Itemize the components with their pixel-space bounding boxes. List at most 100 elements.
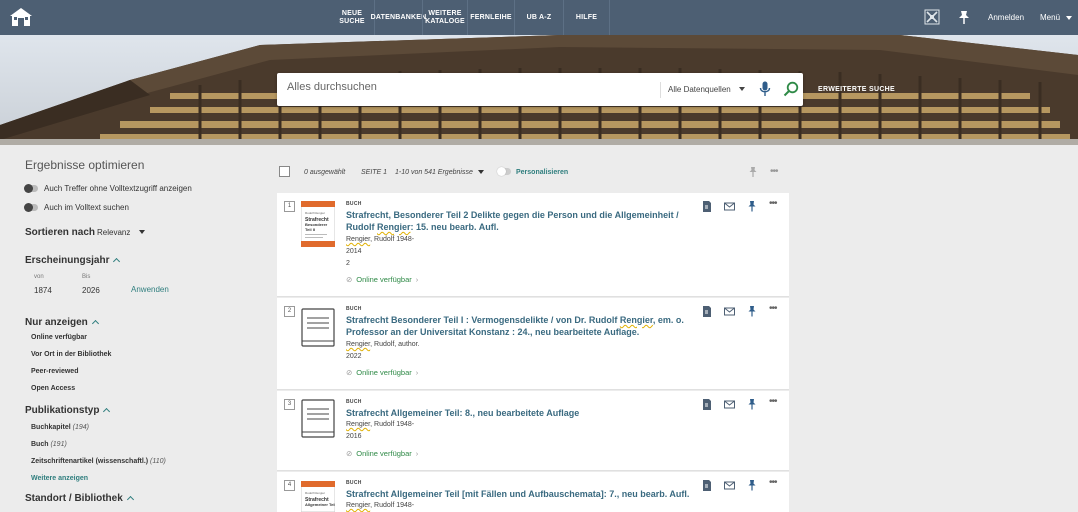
- year-from-input[interactable]: 1874: [34, 286, 52, 295]
- year-to-input[interactable]: 2026: [82, 286, 100, 295]
- toggle-fulltext-search[interactable]: Auch im Volltext suchen: [24, 202, 129, 212]
- citation-icon[interactable]: [702, 201, 712, 212]
- toggle-switch[interactable]: [24, 202, 38, 212]
- facet-year-header[interactable]: Erscheinungsjahr: [25, 255, 121, 266]
- facet-item-peer-reviewed[interactable]: Peer-reviewed: [31, 368, 78, 375]
- result-item[interactable]: 3 BUCH Strafrecht Allgemeiner Teil: 8., …: [277, 391, 789, 471]
- email-icon[interactable]: [724, 480, 735, 491]
- chevron-down-icon[interactable]: [739, 87, 745, 91]
- result-item[interactable]: 1 Rudolf Rengier Strafrecht Besonderer T…: [277, 193, 789, 297]
- facet-item-journal-article[interactable]: Zeitschriftenartikel (wissenschaftl.) (1…: [31, 458, 166, 465]
- apply-years-button[interactable]: Anwenden: [131, 285, 169, 294]
- author-highlight: Rengier: [346, 502, 371, 509]
- result-item[interactable]: 2 BUCH Strafrecht Besonderer Teil I : Ve…: [277, 298, 789, 390]
- advanced-search-link[interactable]: ERWEITERTE SUCHE: [818, 86, 895, 93]
- facet-count: (191): [50, 441, 67, 448]
- menu-button[interactable]: Menü: [1040, 13, 1073, 22]
- results-count[interactable]: 1-10 von 541 Ergebnisse: [395, 169, 473, 176]
- login-link[interactable]: Anmelden: [988, 13, 1024, 22]
- qr-code-icon[interactable]: [924, 9, 940, 25]
- toggle-no-fulltext[interactable]: Auch Treffer ohne Volltextzugriff anzeig…: [24, 183, 192, 193]
- facet-item-onsite[interactable]: Vor Ort in der Bibliothek: [31, 351, 111, 358]
- author-highlight: Rengier: [346, 236, 371, 243]
- availability-link[interactable]: ⊘ Online verfügbar ›: [346, 449, 418, 458]
- citation-icon[interactable]: [702, 399, 712, 410]
- title-part: Strafrecht Besonderer Teil I : Vermogens…: [346, 315, 620, 325]
- result-number[interactable]: 4: [284, 480, 295, 491]
- show-more-link[interactable]: Weitere anzeigen: [31, 475, 88, 482]
- pin-icon[interactable]: [747, 306, 757, 317]
- book-placeholder-icon[interactable]: [301, 308, 335, 348]
- toggle-switch[interactable]: [24, 183, 38, 193]
- svg-text:Allgemeiner Teil: Allgemeiner Teil: [305, 502, 335, 507]
- facet-item-book[interactable]: Buch (191): [31, 441, 67, 448]
- availability-label: Online verfügbar: [356, 275, 412, 284]
- facet-type-header[interactable]: Publikationstyp: [25, 405, 111, 416]
- more-options-icon[interactable]: •••: [769, 198, 777, 209]
- facet-show-header[interactable]: Nur anzeigen: [25, 317, 99, 328]
- result-title[interactable]: Strafrecht Allgemeiner Teil: 8., neu bea…: [346, 407, 691, 419]
- result-year: 2016: [346, 433, 362, 440]
- sort-select[interactable]: Relevanz: [97, 228, 130, 237]
- search-input[interactable]: [287, 81, 647, 93]
- author-rest: , Rudolf 1948-: [370, 236, 415, 243]
- pin-icon[interactable]: [748, 166, 758, 178]
- availability-link[interactable]: ⊘ Online verfügbar ›: [346, 275, 418, 284]
- result-title[interactable]: Strafrecht, Besonderer Teil 2 Delikte ge…: [346, 209, 691, 233]
- email-icon[interactable]: [724, 306, 735, 317]
- citation-icon[interactable]: [702, 306, 712, 317]
- main-nav: NEUE SUCHE DATENBANKEN WEITERE KATALOGE …: [330, 0, 610, 35]
- citation-icon[interactable]: [702, 480, 712, 491]
- book-placeholder-icon[interactable]: [301, 399, 335, 439]
- chevron-down-icon[interactable]: [478, 170, 484, 174]
- nav-help[interactable]: HILFE: [563, 0, 610, 35]
- year-from-label: von: [34, 274, 44, 280]
- pin-icon[interactable]: [747, 399, 757, 410]
- more-options-icon[interactable]: •••: [769, 303, 777, 314]
- scope-select[interactable]: Alle Datenquellen: [668, 85, 731, 94]
- title-highlight: Rengier: [377, 222, 411, 232]
- toggle-label: Auch Treffer ohne Volltextzugriff anzeig…: [44, 184, 192, 193]
- book-cover-thumbnail[interactable]: Rudolf Rengier Strafrecht Allgemeiner Te…: [301, 481, 335, 512]
- select-all-checkbox[interactable]: [279, 166, 290, 177]
- nav-new-search[interactable]: NEUE SUCHE: [330, 0, 374, 35]
- refine-results-title: Ergebnisse optimieren: [25, 158, 145, 172]
- sort-label: Sortieren nach: [25, 227, 96, 238]
- availability-link[interactable]: ⊘ Online verfügbar ›: [346, 368, 418, 377]
- result-number[interactable]: 3: [284, 399, 295, 410]
- facet-item-open-access[interactable]: Open Access: [31, 385, 75, 392]
- nav-ub-a-z[interactable]: UB A-Z: [514, 0, 563, 35]
- result-title[interactable]: Strafrecht Besonderer Teil I : Vermogens…: [346, 314, 691, 338]
- nav-databases[interactable]: DATENBANKEN: [371, 0, 426, 35]
- pin-icon[interactable]: [747, 201, 757, 212]
- pin-icon[interactable]: [747, 480, 757, 491]
- more-options-icon[interactable]: •••: [770, 166, 778, 177]
- more-options-icon[interactable]: •••: [769, 477, 777, 488]
- personalize-toggle[interactable]: [497, 167, 511, 176]
- facet-item-book-chapter[interactable]: Buchkapitel (194): [31, 424, 89, 431]
- result-author: Rengier, Rudolf 1948-: [346, 421, 414, 428]
- personalize-label[interactable]: Personalisieren: [516, 169, 568, 176]
- result-extra: 2: [346, 260, 350, 267]
- chevron-down-icon[interactable]: [139, 230, 145, 234]
- microphone-icon[interactable]: [759, 81, 771, 97]
- result-number[interactable]: 1: [284, 201, 295, 212]
- nav-interlibrary-loan[interactable]: FERNLEIHE: [467, 0, 514, 35]
- pin-icon[interactable]: [956, 9, 972, 25]
- nav-more-catalogs[interactable]: WEITERE KATALOGE: [422, 0, 467, 35]
- result-title[interactable]: Strafrecht Allgemeiner Teil [mit Fällen …: [346, 488, 691, 500]
- svg-text:Rudolf Rengier: Rudolf Rengier: [305, 491, 325, 495]
- result-item[interactable]: 4 Rudolf Rengier Strafrecht Allgemeiner …: [277, 472, 789, 512]
- email-icon[interactable]: [724, 201, 735, 212]
- facet-item-online[interactable]: Online verfügbar: [31, 334, 87, 341]
- facet-label: Zeitschriftenartikel (wissenschaftl.): [31, 458, 149, 465]
- home-icon[interactable]: [8, 6, 34, 28]
- facet-heading: Nur anzeigen: [25, 317, 88, 328]
- result-year: 2022: [346, 353, 362, 360]
- more-options-icon[interactable]: •••: [769, 396, 777, 407]
- facet-location-header[interactable]: Standort / Bibliothek: [25, 493, 134, 504]
- book-cover-thumbnail[interactable]: Rudolf Rengier Strafrecht Besonderer Tei…: [301, 201, 335, 247]
- email-icon[interactable]: [724, 399, 735, 410]
- result-number[interactable]: 2: [284, 306, 295, 317]
- search-icon[interactable]: [783, 81, 799, 97]
